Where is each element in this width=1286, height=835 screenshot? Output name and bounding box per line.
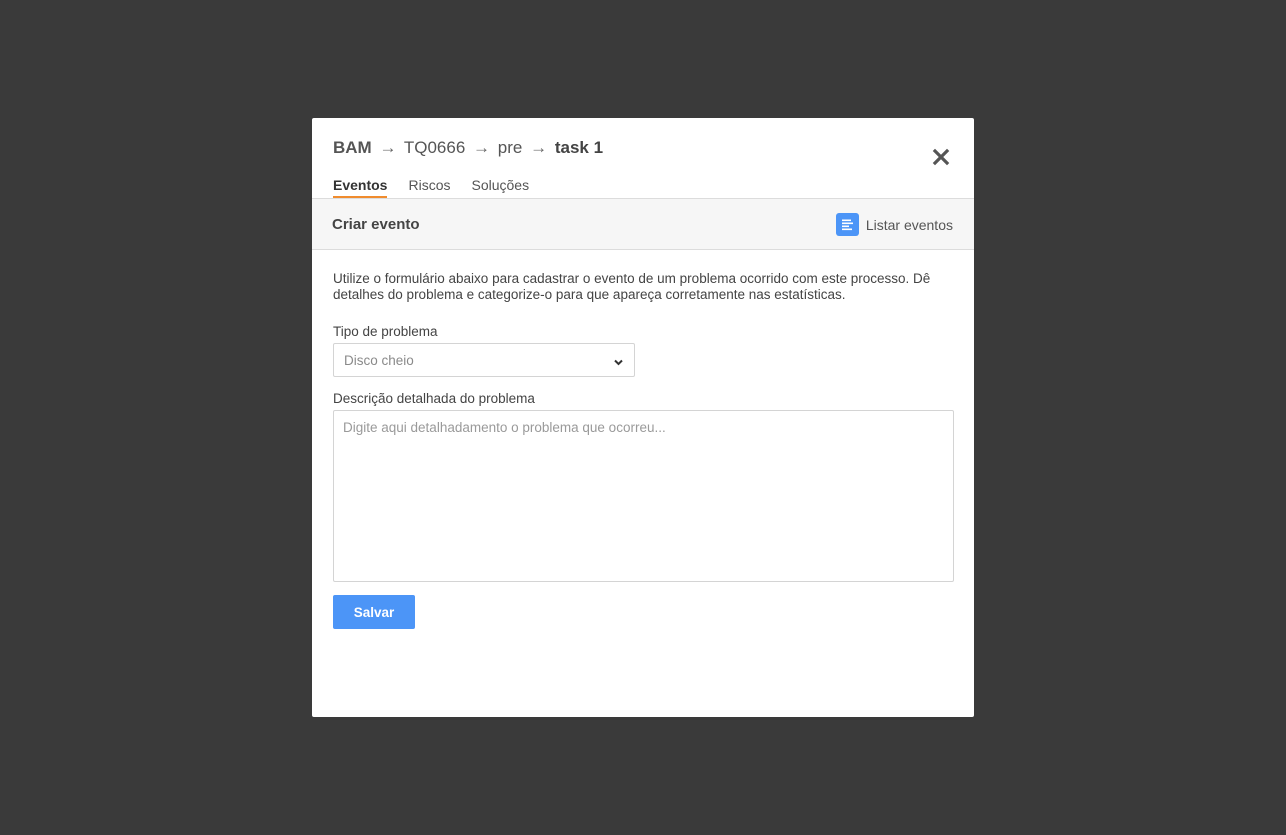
problem-type-value: Disco cheio [344, 353, 414, 368]
problem-description-label: Descrição detalhada do problema [333, 391, 535, 406]
breadcrumb-item-process: TQ0666 [403, 138, 466, 157]
list-icon [835, 213, 859, 236]
breadcrumb-separator: → [530, 138, 548, 157]
problem-description-textarea[interactable] [333, 410, 954, 582]
list-events-link[interactable]: Listar eventos [835, 213, 953, 236]
breadcrumb-item-project: BAM [333, 138, 372, 157]
section-title: Criar evento [332, 216, 420, 233]
section-header: Criar evento Listar eventos [312, 199, 974, 250]
event-form: Utilize o formulário abaixo para cadastr… [312, 250, 974, 629]
list-events-label: Listar eventos [865, 216, 953, 233]
problem-type-label: Tipo de problema [333, 324, 438, 339]
tab-riscos[interactable]: Riscos [408, 177, 450, 198]
chevron-down-icon [613, 355, 624, 366]
save-button[interactable]: Salvar [333, 595, 415, 629]
close-icon[interactable] [932, 148, 950, 166]
breadcrumb-separator: → [379, 138, 397, 157]
form-instructions: Utilize o formulário abaixo para cadastr… [333, 271, 931, 302]
breadcrumb-item-task: task 1 [554, 138, 604, 157]
create-event-modal: BAM → TQ0666 → pre → task 1 Eventos Risc… [312, 118, 974, 717]
breadcrumb-item-stage: pre [497, 138, 523, 157]
problem-type-select[interactable]: Disco cheio [333, 343, 635, 377]
tab-eventos[interactable]: Eventos [333, 177, 388, 198]
tab-solucoes[interactable]: Soluções [471, 177, 529, 198]
breadcrumb-separator: → [473, 138, 491, 157]
modal-header: BAM → TQ0666 → pre → task 1 Eventos Risc… [312, 118, 974, 199]
breadcrumb: BAM → TQ0666 → pre → task 1 [333, 138, 603, 158]
tab-bar: Eventos Riscos Soluções [333, 177, 529, 198]
